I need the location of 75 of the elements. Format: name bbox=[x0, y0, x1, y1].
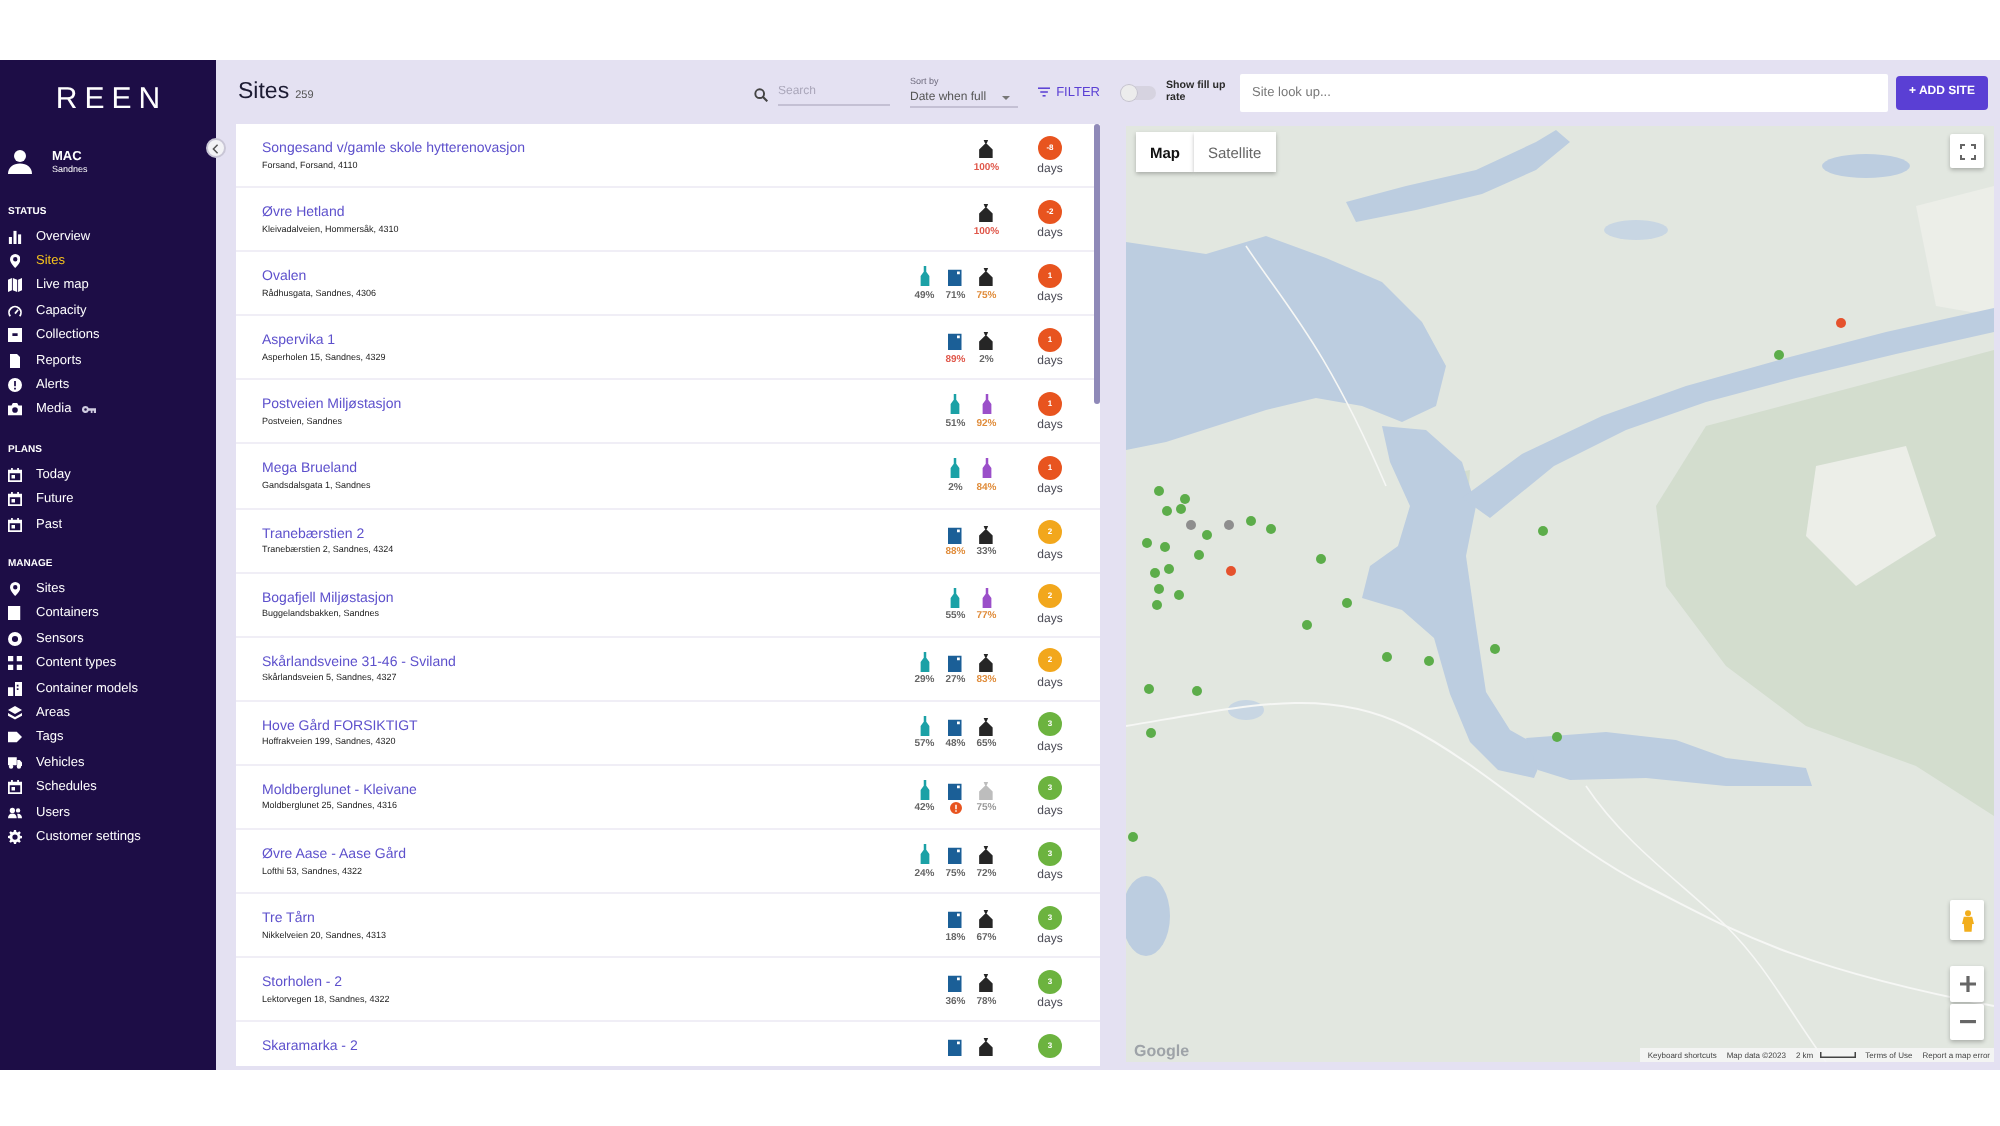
fill-up-rate-toggle[interactable] bbox=[1120, 83, 1156, 101]
pin-icon bbox=[9, 581, 21, 596]
gauge-icon bbox=[8, 303, 22, 318]
map-marker-icon[interactable] bbox=[1150, 568, 1161, 579]
map-marker-icon[interactable] bbox=[1162, 506, 1173, 517]
map-marker-icon[interactable] bbox=[1302, 619, 1313, 630]
search-icon bbox=[754, 87, 768, 101]
gear-icon bbox=[8, 829, 22, 844]
map-marker-icon[interactable] bbox=[1265, 524, 1276, 535]
map-marker-icon[interactable] bbox=[1774, 349, 1785, 360]
scale-bar-icon bbox=[1819, 1052, 1856, 1058]
caret-icon bbox=[1002, 95, 1010, 99]
map-marker-icon[interactable] bbox=[1223, 519, 1234, 530]
map-marker-icon[interactable] bbox=[1175, 504, 1186, 515]
ring-icon bbox=[8, 631, 22, 646]
map-marker-icon[interactable] bbox=[1145, 728, 1156, 739]
filter-icon bbox=[1038, 86, 1051, 98]
tag-icon bbox=[8, 730, 22, 745]
map-marker-icon[interactable] bbox=[1160, 542, 1171, 553]
key-icon bbox=[81, 406, 96, 414]
map-marker-icon[interactable] bbox=[1153, 583, 1164, 594]
users-icon bbox=[8, 805, 22, 819]
layers-icon bbox=[8, 705, 22, 720]
minus-icon bbox=[1959, 1020, 1975, 1024]
map-marker-icon[interactable] bbox=[1202, 530, 1213, 541]
map-marker-icon[interactable] bbox=[1225, 566, 1236, 577]
logo: REEN bbox=[53, 84, 168, 116]
grid-icon bbox=[8, 656, 22, 671]
fullscreen-icon bbox=[1959, 143, 1975, 159]
scrollbar-thumb[interactable] bbox=[1093, 124, 1099, 404]
map-marker-icon[interactable] bbox=[1489, 644, 1500, 655]
truck-icon bbox=[8, 755, 22, 770]
square-icon bbox=[8, 606, 22, 621]
plus-icon bbox=[1959, 976, 1975, 992]
alert-icon bbox=[8, 378, 22, 393]
map-marker-icon[interactable] bbox=[1153, 486, 1164, 497]
zoom-out-button[interactable] bbox=[1950, 1004, 1984, 1040]
map-marker-icon[interactable] bbox=[1152, 599, 1163, 610]
collapse-button[interactable] bbox=[206, 138, 226, 158]
map-marker-icon[interactable] bbox=[1127, 831, 1138, 842]
map-marker-icon[interactable] bbox=[1552, 732, 1563, 743]
map-logo: Google bbox=[1134, 1042, 1190, 1060]
map-marker-icon[interactable] bbox=[1174, 589, 1185, 600]
map-marker-icon[interactable] bbox=[1835, 318, 1846, 329]
map-marker-icon[interactable] bbox=[1424, 656, 1435, 667]
map-marker-icon[interactable] bbox=[1142, 538, 1153, 549]
map-marker-icon[interactable] bbox=[1185, 519, 1196, 530]
fullscreen-button[interactable] bbox=[1950, 134, 1984, 168]
map-marker-icon[interactable] bbox=[1163, 563, 1174, 574]
street-view-button[interactable] bbox=[1950, 900, 1984, 940]
map-marker-icon[interactable] bbox=[1245, 515, 1256, 526]
map-marker-icon[interactable] bbox=[1144, 684, 1155, 695]
person-icon bbox=[1961, 909, 1973, 931]
map-marker-icon[interactable] bbox=[1538, 526, 1549, 537]
camera-icon bbox=[8, 402, 22, 417]
calendar-icon bbox=[8, 467, 22, 482]
building-icon bbox=[8, 681, 22, 696]
map-marker-icon[interactable] bbox=[1315, 553, 1326, 564]
calendar-icon bbox=[8, 780, 22, 795]
user-icon bbox=[8, 150, 32, 174]
pin-icon bbox=[9, 254, 21, 269]
box-icon bbox=[8, 328, 22, 343]
map-icon bbox=[8, 278, 22, 293]
document-icon bbox=[9, 353, 21, 368]
map-marker-icon[interactable] bbox=[1180, 493, 1190, 504]
chevron-left-icon bbox=[212, 143, 220, 153]
zoom-in-button[interactable] bbox=[1950, 966, 1984, 1002]
map-marker-icon[interactable] bbox=[1342, 597, 1353, 608]
page-title: Sites bbox=[238, 80, 290, 104]
calendar-icon bbox=[8, 517, 22, 532]
map-marker-icon[interactable] bbox=[1192, 685, 1203, 696]
bar-chart-icon bbox=[8, 229, 22, 244]
map-marker-icon[interactable] bbox=[1193, 550, 1204, 561]
map-marker-icon[interactable] bbox=[1382, 651, 1393, 662]
calendar-icon bbox=[8, 492, 22, 507]
